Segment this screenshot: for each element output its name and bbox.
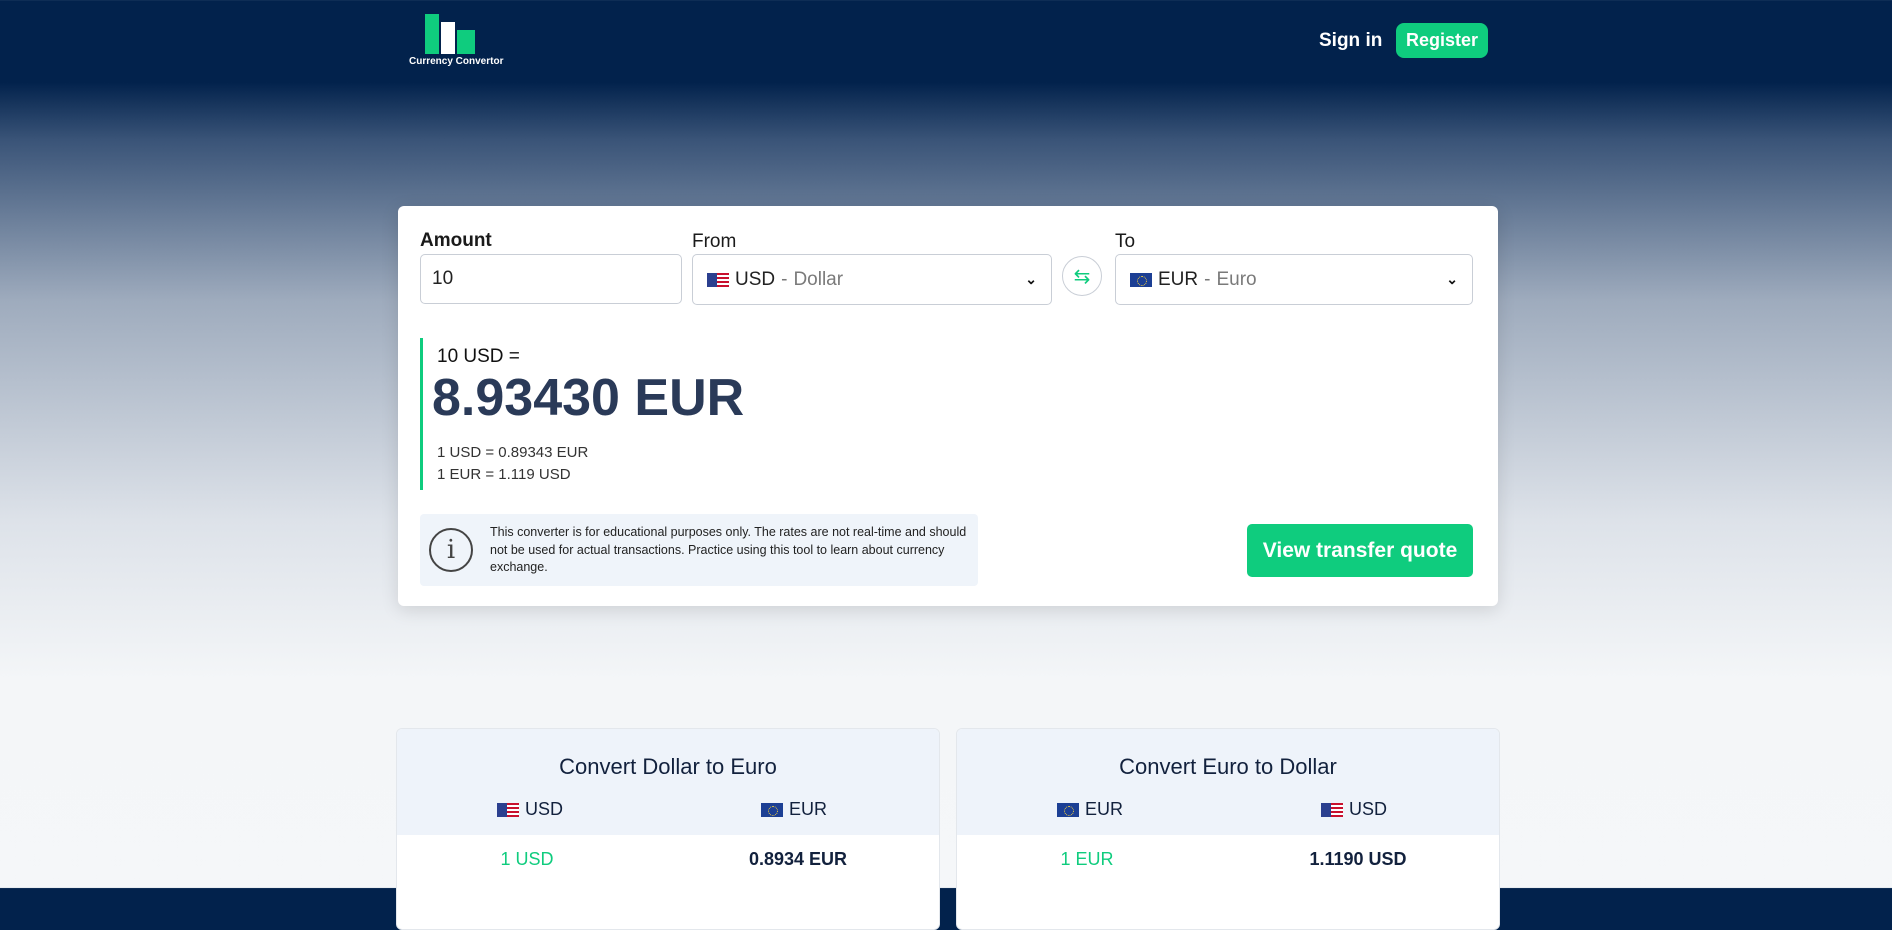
- column-label: USD: [1349, 799, 1388, 819]
- eu-flag-icon: [1130, 272, 1152, 287]
- chevron-down-icon: ⌄: [1025, 271, 1037, 287]
- us-flag-icon: [707, 272, 729, 287]
- converter-card: Amount From To USD - Dollar ⌄ ⇆ EUR - Eu…: [398, 206, 1498, 606]
- table-cell-value: 1.1190 USD: [1309, 849, 1407, 869]
- column-header-usd: USD: [1321, 799, 1387, 820]
- from-currency-code: USD: [735, 268, 776, 290]
- view-transfer-quote-button[interactable]: View transfer quote: [1247, 524, 1473, 577]
- info-icon: i: [429, 528, 473, 572]
- conversion-result: 10 USD = 8.93430 EUR 1 USD = 0.89343 EUR…: [420, 338, 923, 490]
- disclaimer-notice: i This converter is for educational purp…: [420, 514, 978, 586]
- us-flag-icon: [497, 802, 519, 817]
- swap-currencies-button[interactable]: ⇆: [1062, 256, 1102, 296]
- logo[interactable]: Currency Convertor: [409, 14, 503, 70]
- amount-input[interactable]: [420, 254, 682, 304]
- table-cell-value: 0.8934 EUR: [748, 849, 848, 869]
- column-header-usd: USD: [497, 799, 563, 820]
- swap-icon: ⇆: [1073, 265, 1091, 288]
- column-label: EUR: [1085, 799, 1124, 819]
- table-header: Convert Dollar to Euro USD EUR: [397, 729, 939, 835]
- table-row: 1 EUR 1.1190 USD: [957, 849, 1499, 879]
- table-row: 1 USD 0.8934 EUR: [397, 849, 939, 879]
- sign-in-link[interactable]: Sign in: [1319, 30, 1382, 52]
- column-header-eur: EUR: [1057, 799, 1123, 820]
- result-from-amount: 10 USD =: [437, 346, 520, 367]
- to-label: To: [1115, 231, 1136, 252]
- to-separator: -: [1204, 268, 1211, 290]
- table-cell-link[interactable]: 1 USD: [397, 849, 657, 870]
- eu-flag-icon: [761, 802, 783, 817]
- column-header-eur: EUR: [761, 799, 827, 820]
- table-cell-link[interactable]: 1 EUR: [957, 849, 1217, 870]
- register-button[interactable]: Register: [1396, 23, 1488, 58]
- logo-text: Currency Convertor: [409, 56, 504, 67]
- eur-to-usd-table: Convert Euro to Dollar EUR USD 1 EUR 1.1…: [956, 728, 1500, 930]
- result-converted-amount: 8.93430 EUR: [432, 369, 745, 427]
- to-currency-name: Euro: [1216, 268, 1257, 290]
- table-header: Convert Euro to Dollar EUR USD: [957, 729, 1499, 835]
- amount-label: Amount: [420, 230, 492, 251]
- disclaimer-text: This converter is for educational purpos…: [490, 525, 967, 574]
- from-separator: -: [781, 268, 788, 290]
- rate-line-eur-usd: 1 EUR = 1.119 USD: [437, 466, 571, 483]
- us-flag-icon: [1321, 802, 1343, 817]
- from-currency-name: Dollar: [793, 268, 844, 290]
- table-title: Convert Euro to Dollar: [1119, 754, 1337, 779]
- rate-line-usd-eur: 1 USD = 0.89343 EUR: [437, 444, 589, 461]
- from-label: From: [692, 231, 737, 252]
- to-currency-select[interactable]: EUR - Euro ⌄: [1115, 254, 1473, 305]
- column-label: USD: [525, 799, 564, 819]
- usd-to-eur-table: Convert Dollar to Euro USD EUR 1 USD 0.8…: [396, 728, 940, 930]
- column-label: EUR: [789, 799, 828, 819]
- eu-flag-icon: [1057, 802, 1079, 817]
- to-currency-code: EUR: [1158, 268, 1199, 290]
- logo-bars-icon: [425, 14, 485, 54]
- chevron-down-icon: ⌄: [1446, 271, 1458, 287]
- table-title: Convert Dollar to Euro: [559, 754, 777, 779]
- from-currency-select[interactable]: USD - Dollar ⌄: [692, 254, 1052, 305]
